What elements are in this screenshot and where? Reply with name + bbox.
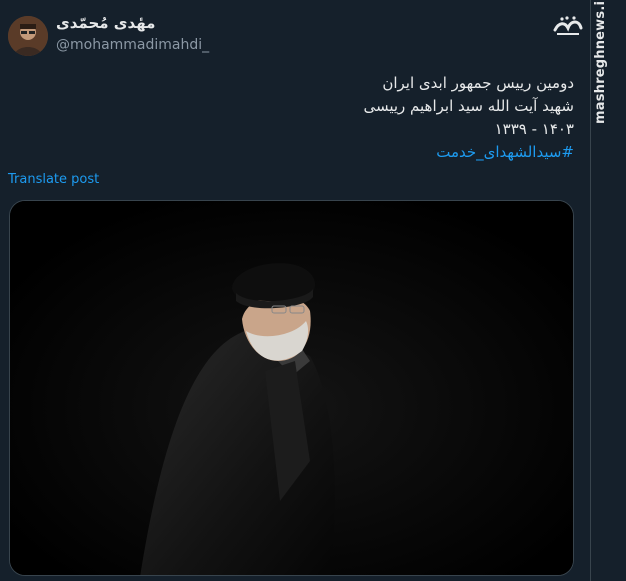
watermark-site: mashreghnews.ir	[593, 0, 608, 124]
translate-post-link[interactable]: Translate post	[8, 172, 99, 187]
avatar[interactable]	[8, 16, 48, 56]
tweet-line-3: ۱۴۰۳ - ۱۳۳۹	[494, 120, 574, 138]
tweet-line-2: شهید آیت الله سید ابراهیم رییسی	[363, 97, 574, 115]
tweet-line-1: دومین رییس جمهور ابدی ایران	[382, 74, 574, 92]
mashregh-logo-icon	[553, 16, 583, 35]
post-image[interactable]	[9, 200, 574, 576]
tweet-post: مهٔدی مُحمّدی @mohammadimahdi_ دومین ریی…	[0, 0, 590, 581]
display-name[interactable]: مهٔدی مُحمّدی	[56, 14, 155, 32]
hashtag-link[interactable]: #سیدالشهدای_خدمت	[14, 141, 574, 164]
avatar-image	[8, 16, 48, 56]
user-handle[interactable]: @mohammadimahdi_	[56, 37, 209, 53]
portrait-photo	[10, 201, 573, 575]
tweet-text: دومین رییس جمهور ابدی ایران شهید آیت الل…	[14, 72, 574, 164]
